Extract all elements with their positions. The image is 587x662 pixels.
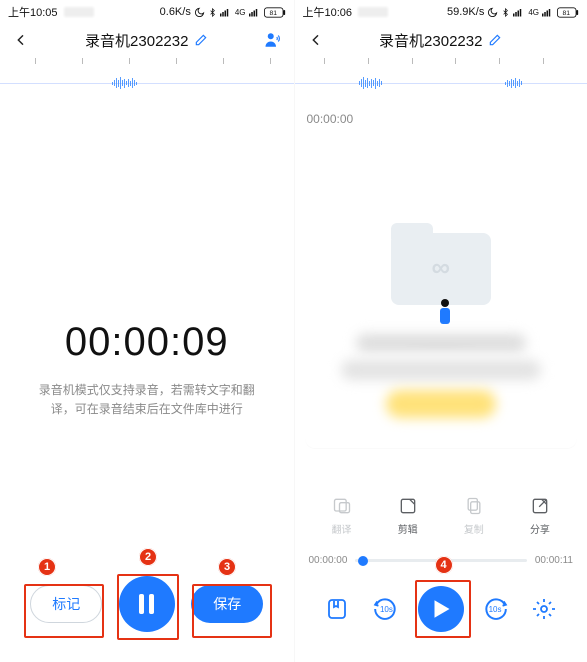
blurred-text-1 (356, 334, 526, 352)
status-bar: 上午10:06 59.9K/s 4G 81 (295, 0, 587, 22)
blurred-button (386, 390, 496, 418)
infinity-icon: ∞ (431, 252, 450, 283)
back-button[interactable] (305, 29, 327, 51)
signal2-icon (249, 7, 261, 17)
signal2-icon (542, 7, 554, 17)
page-title: 录音机2302232 (379, 30, 482, 51)
tool-share[interactable]: 分享 (512, 495, 568, 536)
annotation-badge-4: 4 (435, 556, 453, 574)
blurred-text-2 (341, 360, 541, 380)
page-title: 录音机2302232 (85, 30, 188, 51)
waveform (0, 58, 294, 108)
progress-start: 00:00:00 (309, 555, 348, 566)
translate-icon (331, 495, 353, 517)
progress-thumb[interactable] (358, 556, 368, 566)
edit-title-icon[interactable] (488, 33, 502, 47)
moon-icon (487, 7, 498, 18)
flag-list-button[interactable] (319, 591, 355, 627)
recording-screen: 上午10:05 0.6K/s 4G 81 (0, 0, 294, 662)
annotation-badge-3: 3 (218, 558, 236, 576)
recording-timer: 00:00:09 (20, 320, 274, 365)
status-4g: 4G (235, 8, 246, 17)
playback-screen: 上午10:06 59.9K/s 4G 81 (294, 0, 587, 662)
signal-icon (513, 7, 525, 17)
speaker-icon[interactable] (262, 29, 284, 51)
status-carrier-blur (64, 7, 94, 17)
tool-copy: 复制 (446, 495, 502, 536)
bluetooth-icon (208, 7, 217, 18)
toolbar: 翻译 剪辑 复制 分享 (295, 495, 587, 536)
svg-text:81: 81 (563, 10, 571, 17)
status-time: 上午10:06 (303, 4, 353, 20)
battery-icon: 81 (264, 7, 286, 18)
pause-icon (139, 594, 154, 614)
save-button[interactable]: 保存 (191, 585, 263, 623)
transcript-card: ∞ (305, 138, 578, 448)
recording-hint: 录音机模式仅支持录音，若需转文字和翻 译，可在录音结束后在文件库中进行 (20, 381, 274, 419)
moon-icon (194, 7, 205, 18)
status-net: 59.9K/s (447, 6, 484, 18)
playback-controls: 10s 10s (295, 586, 587, 632)
pause-record-button[interactable] (119, 576, 175, 632)
status-bar: 上午10:05 0.6K/s 4G 81 (0, 0, 294, 22)
status-4g: 4G (528, 8, 539, 17)
share-icon (529, 495, 551, 517)
play-icon (433, 599, 451, 619)
annotation-badge-1: 1 (38, 558, 56, 576)
svg-text:81: 81 (269, 10, 277, 17)
header: 录音机2302232 (0, 22, 294, 58)
signal-icon (220, 7, 232, 17)
progress-end: 00:00:11 (535, 555, 573, 566)
back-button[interactable] (10, 29, 32, 51)
play-button[interactable] (418, 586, 464, 632)
status-net: 0.6K/s (160, 6, 191, 18)
battery-icon: 81 (557, 7, 579, 18)
waveform[interactable] (295, 58, 587, 108)
rewind-10s-button[interactable]: 10s (368, 591, 404, 627)
playback-timecode: 00:00:00 (295, 108, 587, 132)
bluetooth-icon (501, 7, 510, 18)
edit-title-icon[interactable] (194, 33, 208, 47)
settings-button[interactable] (526, 591, 562, 627)
mark-button[interactable]: 标记 (30, 585, 102, 623)
status-right: 0.6K/s 4G 81 (160, 6, 286, 18)
forward-10s-button[interactable]: 10s (477, 591, 513, 627)
status-carrier-blur (358, 7, 388, 17)
status-right: 59.9K/s 4G 81 (447, 6, 579, 18)
copy-icon (463, 495, 485, 517)
status-time: 上午10:05 (8, 4, 58, 20)
annotation-badge-2: 2 (139, 548, 157, 566)
header: 录音机2302232 (295, 22, 587, 58)
tool-translate: 翻译 (314, 495, 370, 536)
tool-trim[interactable]: 剪辑 (380, 495, 436, 536)
trim-icon (397, 495, 419, 517)
